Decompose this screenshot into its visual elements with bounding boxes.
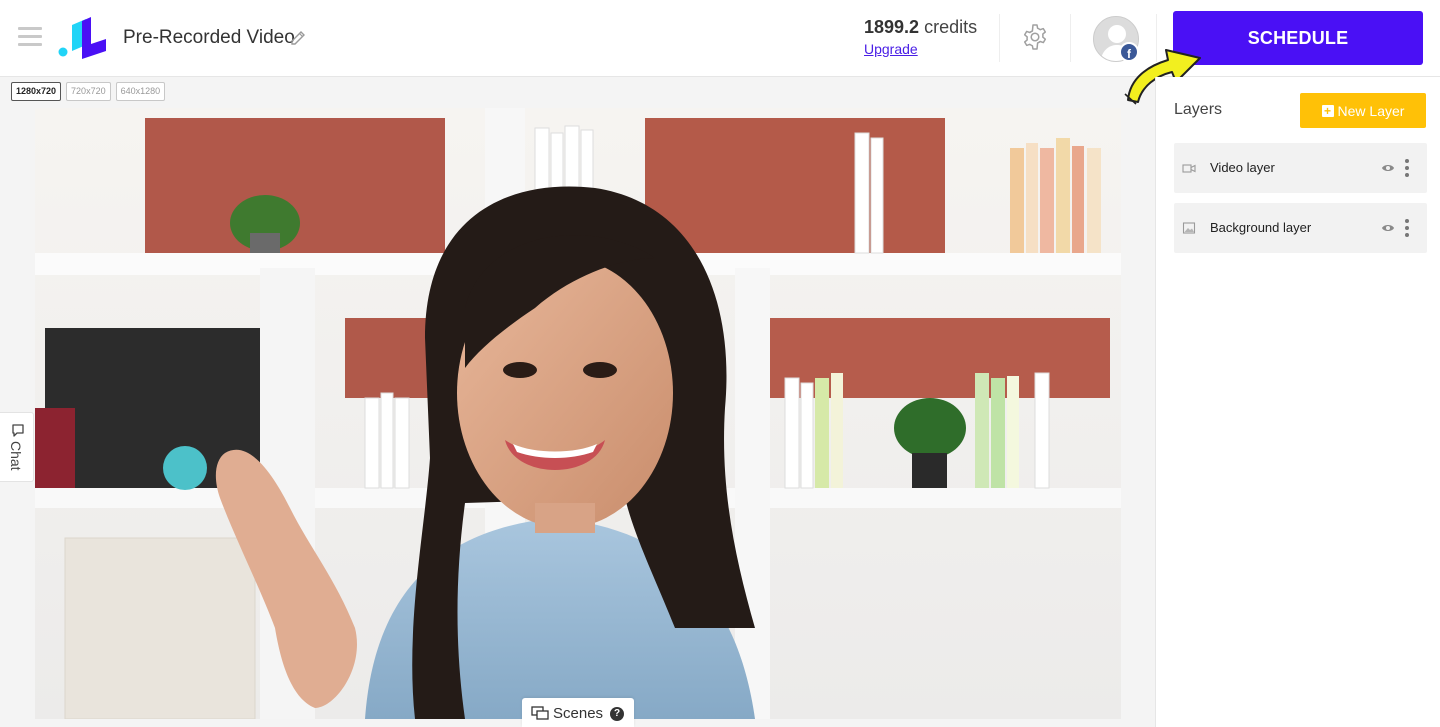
eye-icon[interactable] [1381, 162, 1395, 174]
layer-label: Video layer [1210, 160, 1275, 175]
scenes-toggle[interactable]: Scenes ? [522, 698, 634, 727]
resolution-option-640x1280[interactable]: 640x1280 [115, 82, 166, 101]
chat-label: Chat [8, 441, 24, 471]
pencil-edit-icon[interactable] [289, 29, 307, 47]
header-divider [1070, 14, 1071, 62]
app-logo[interactable] [58, 17, 108, 59]
upgrade-link[interactable]: Upgrade [864, 41, 977, 57]
video-camera-icon [1182, 164, 1196, 173]
scenes-label: Scenes [553, 705, 604, 722]
credits-unit: credits [924, 17, 978, 37]
layers-panel-title: Layers [1174, 101, 1223, 118]
layer-label: Background layer [1210, 220, 1312, 235]
plus-square-icon: + [1321, 104, 1334, 117]
gear-icon[interactable] [1020, 22, 1050, 52]
chat-tab[interactable]: Chat [0, 412, 34, 482]
resolution-option-1280x720[interactable]: 1280x720 [11, 82, 62, 101]
layer-item-video[interactable]: Video layer [1174, 143, 1427, 193]
video-preview-canvas[interactable] [35, 108, 1121, 719]
more-vertical-icon[interactable] [1404, 158, 1410, 178]
top-bar: Pre-Recorded Video 1899.2 credits Upgrad… [0, 0, 1440, 77]
layers-panel: Layers + New Layer Video layer Backgroun… [1155, 77, 1440, 727]
header-divider [999, 14, 1000, 62]
video-frame-illustration [35, 108, 1121, 719]
scenes-icon [531, 706, 549, 720]
schedule-button[interactable]: SCHEDULE [1173, 11, 1423, 65]
resolution-option-720x720[interactable]: 720x720 [66, 82, 111, 101]
resolution-selector: 1280x720 720x720 640x1280 [11, 82, 166, 101]
page-title: Pre-Recorded Video [123, 27, 295, 48]
hamburger-menu-icon[interactable] [18, 27, 42, 47]
layer-item-background[interactable]: Background layer [1174, 203, 1427, 253]
credits-display: 1899.2 credits Upgrade [864, 17, 977, 57]
chat-bubble-icon [12, 424, 24, 437]
more-vertical-icon[interactable] [1404, 218, 1410, 238]
image-icon [1182, 222, 1196, 234]
credits-amount: 1899.2 [864, 17, 920, 37]
header-divider [1156, 14, 1157, 62]
eye-icon[interactable] [1381, 222, 1395, 234]
help-icon[interactable]: ? [610, 707, 624, 721]
facebook-badge-icon: f [1119, 42, 1139, 62]
new-layer-label: New Layer [1337, 102, 1405, 119]
credits-amount-line: 1899.2 credits [864, 17, 977, 38]
new-layer-button[interactable]: + New Layer [1300, 93, 1426, 128]
